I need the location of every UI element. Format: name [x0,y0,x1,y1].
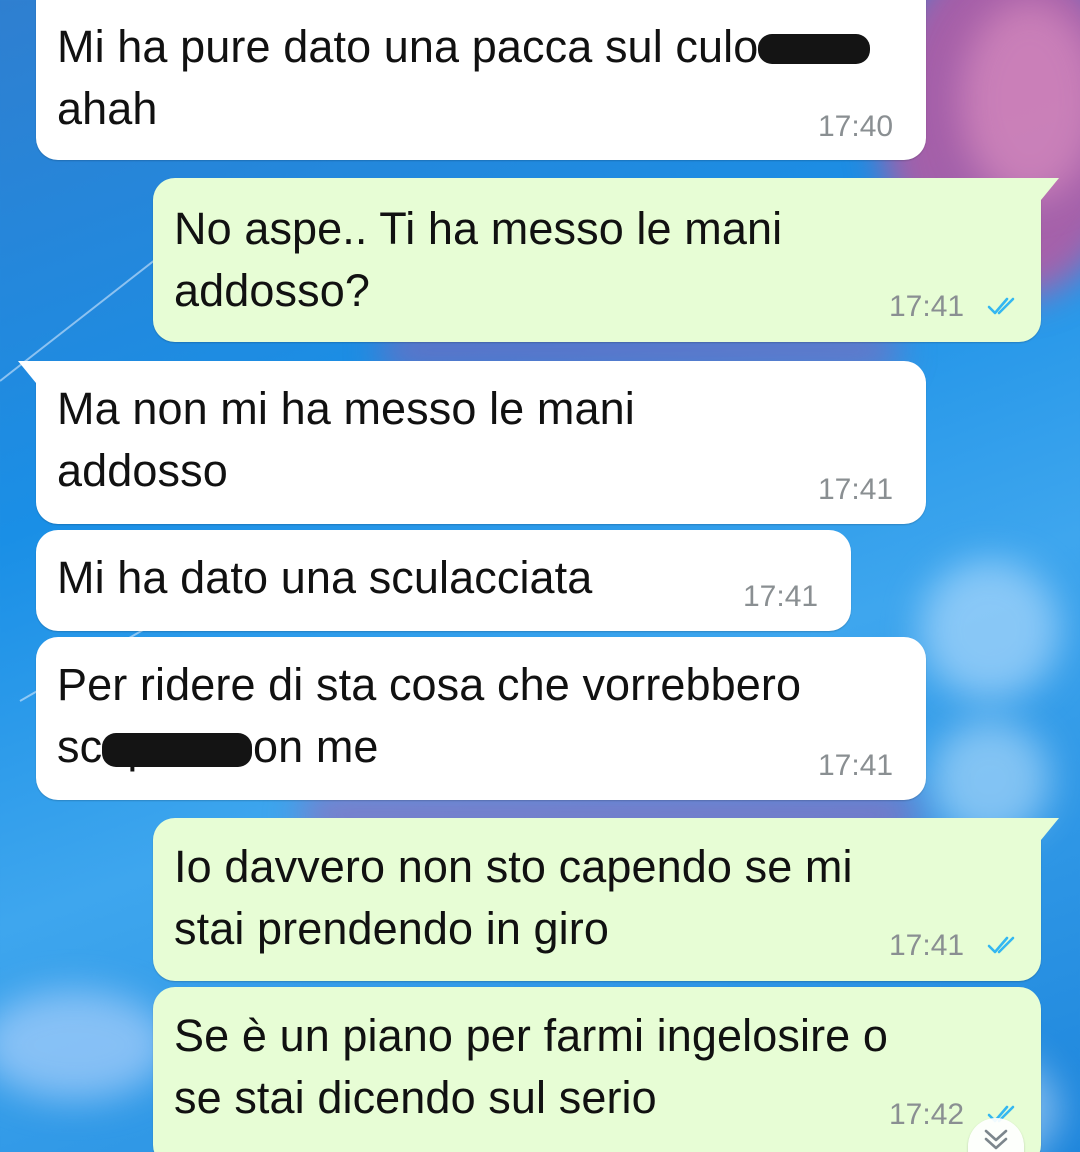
message-text-line: Io davvero non sto capendo se mi [174,841,853,892]
message-text-line: ahah [57,83,158,134]
message-text-line: Mi ha dato una sculacciata [57,552,593,603]
message-bubble-outgoing[interactable]: Se è un piano per farmi ingelosire o se … [153,987,1041,1152]
message-timestamp: 17:41 [743,580,819,613]
redaction-mark [102,733,252,767]
double-check-icon [987,297,1015,315]
double-check-icon [987,936,1015,954]
message-text-line: se stai dicendo sul serio [174,1072,657,1123]
message-text-line: Ma non mi ha messo le mani [57,383,635,434]
message-timestamp: 17:41 [889,290,965,323]
message-text-line: addosso [57,445,228,496]
message-text-line: Mi ha pure dato una pacca sul culo [57,21,759,72]
message-bubble-incoming[interactable]: Ma non mi ha messo le mani addosso 17:41 [18,361,926,524]
redaction-mark [758,34,870,64]
message-text-line: No aspe.. Ti ha messo le mani [174,203,783,254]
message-timestamp: 17:41 [818,749,894,782]
message-timestamp: 17:41 [889,929,965,962]
chevron-double-down-icon [984,1129,1008,1150]
message-bubble-incoming[interactable]: Mi ha pure dato una pacca sul culo ahah … [36,0,926,160]
message-timestamp: 17:41 [818,473,894,506]
message-text-line: Per ridere di sta cosa che vorrebbero [57,659,802,710]
message-timestamp: 17:42 [889,1098,965,1131]
message-bubble-outgoing[interactable]: No aspe.. Ti ha messo le mani addosso? 1… [153,178,1059,342]
message-bubble-incoming[interactable]: Mi ha dato una sculacciata 17:41 [36,530,851,631]
message-timestamp: 17:40 [818,110,894,143]
message-bubble-outgoing[interactable]: Io davvero non sto capendo se mi stai pr… [153,818,1059,981]
message-bubble-incoming[interactable]: Per ridere di sta cosa che vorrebbero sc… [36,637,926,800]
message-text-line: Se è un piano per farmi ingelosire o [174,1010,889,1061]
message-text-line: addosso? [174,265,370,316]
message-text-line: stai prendendo in giro [174,903,609,954]
